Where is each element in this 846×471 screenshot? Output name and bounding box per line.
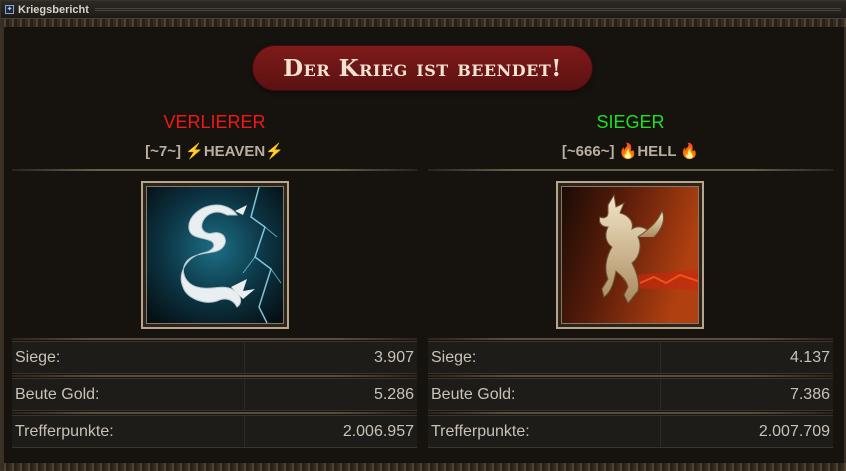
stat-label: Trefferpunkte: — [12, 416, 245, 447]
stat-row-hit-points: Trefferpunkte: 2.006.957 — [12, 412, 417, 448]
fire-icon: 🔥 — [618, 143, 638, 160]
loser-guild-emblem — [141, 181, 289, 329]
stat-value: 2.007.709 — [758, 423, 830, 440]
loser-outcome-label: VERLIERER — [163, 112, 266, 132]
winner-guild-tag: [~666~] — [561, 143, 615, 160]
stat-row-loot-gold: Beute Gold: 7.386 — [428, 375, 833, 411]
winner-guild-emblem — [556, 181, 704, 329]
stat-label: Siege: — [428, 342, 661, 373]
winner-guild-label: HELL — [637, 143, 677, 160]
loser-guild-tag: [~7~] — [145, 143, 181, 160]
loser-stats: Siege: 3.907 Beute Gold: 5.286 Trefferpu… — [12, 338, 417, 452]
stat-value: 3.907 — [373, 349, 414, 366]
frame-left — [1, 27, 4, 463]
lightning-icon: ⚡ — [265, 143, 284, 160]
divider — [428, 169, 833, 171]
winner-guild-name[interactable]: [~666~] 🔥HELL 🔥 — [428, 139, 833, 165]
winner-panel: SIEGER [~666~] 🔥HELL 🔥 Siege: 4.137 Beut… — [428, 109, 833, 448]
stat-value: 2.006.957 — [342, 423, 414, 440]
stat-value: 5.286 — [373, 386, 414, 403]
stat-row-wins: Siege: 3.907 — [12, 338, 417, 374]
banner-title: Der Krieg ist beendet! — [283, 54, 562, 82]
war-report-window: ✦ Kriegsbericht Der Krieg ist beendet! V… — [0, 0, 846, 471]
lightning-icon: ⚡ — [185, 143, 204, 160]
ornament-border-bottom — [1, 463, 846, 471]
loser-panel: VERLIERER [~7~] ⚡HEAVEN⚡ Siege: 3.907 Be… — [12, 109, 417, 448]
window-menu-icon[interactable]: ✦ — [5, 5, 14, 14]
ornament-border-top — [1, 19, 846, 27]
stat-label: Trefferpunkte: — [428, 416, 661, 447]
stat-label: Beute Gold: — [428, 379, 661, 410]
ice-dragon-emblem-icon — [147, 187, 283, 323]
stat-value: 4.137 — [789, 349, 830, 366]
winner-outcome-label: SIEGER — [596, 112, 665, 132]
window-titlebar[interactable]: ✦ Kriegsbericht — [1, 1, 846, 19]
fire-griffin-emblem-icon — [562, 187, 698, 323]
stat-value: 7.386 — [789, 386, 830, 403]
fire-icon: 🔥 — [680, 143, 700, 160]
loser-guild-name[interactable]: [~7~] ⚡HEAVEN⚡ — [12, 139, 417, 165]
window-title: Kriegsbericht — [18, 3, 89, 16]
war-ended-banner: Der Krieg ist beendet! — [253, 46, 592, 90]
titlebar-rule — [94, 8, 841, 11]
loser-guild-label: HEAVEN — [203, 143, 266, 160]
stat-row-wins: Siege: 4.137 — [428, 338, 833, 374]
stat-label: Siege: — [12, 342, 245, 373]
stat-row-loot-gold: Beute Gold: 5.286 — [12, 375, 417, 411]
divider — [12, 169, 417, 171]
stat-label: Beute Gold: — [12, 379, 245, 410]
stat-row-hit-points: Trefferpunkte: 2.007.709 — [428, 412, 833, 448]
winner-stats: Siege: 4.137 Beute Gold: 7.386 Trefferpu… — [428, 338, 833, 452]
